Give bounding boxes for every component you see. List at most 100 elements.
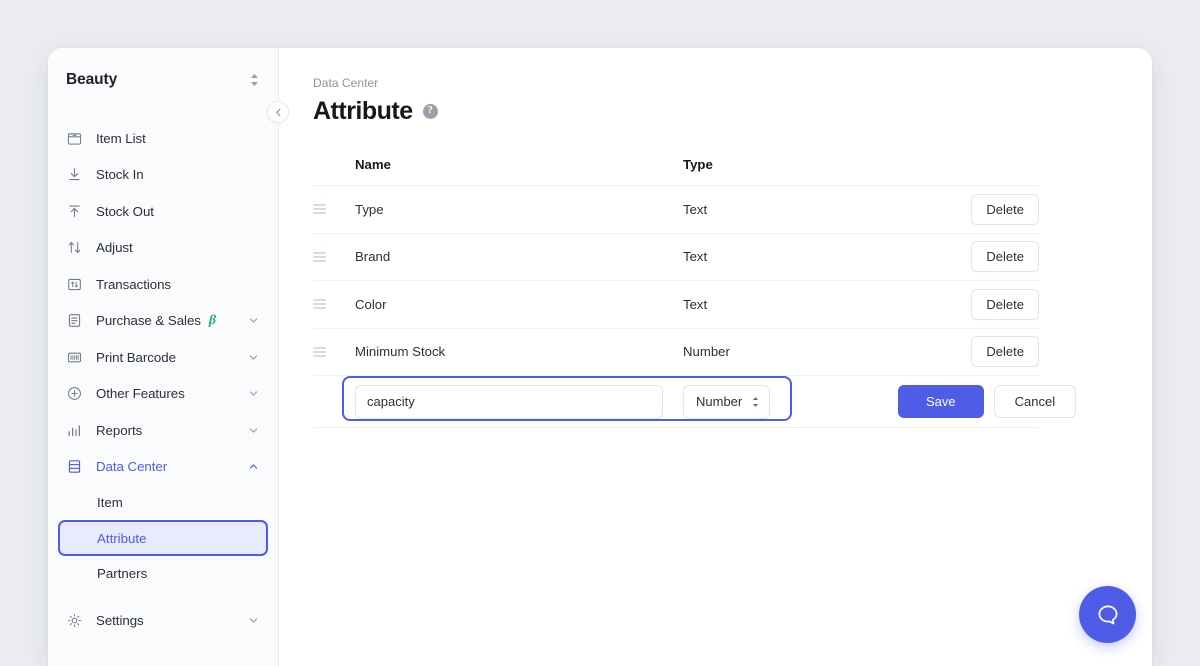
edit-row-name-cell — [355, 385, 683, 419]
attribute-table: Name Type Type Text Delete Br — [313, 152, 1039, 428]
delete-button[interactable]: Delete — [971, 194, 1039, 225]
workspace-name: Beauty — [66, 71, 246, 89]
document-icon — [66, 312, 83, 329]
sidebar-subitem-label: Attribute — [97, 531, 147, 546]
sidebar-item-label: Stock In — [96, 167, 144, 182]
app-window: Beauty — [48, 48, 1152, 666]
box-icon — [66, 130, 83, 147]
sort-updown-icon — [751, 396, 760, 408]
sidebar-item-purchase-and-sales[interactable]: Purchase & Sales β — [58, 303, 268, 340]
drag-handle-icon[interactable] — [313, 204, 326, 214]
attribute-type-select[interactable]: Number — [683, 385, 770, 419]
chevron-down-icon[interactable] — [248, 315, 259, 326]
row-drag-handle-cell — [313, 299, 355, 309]
table-row: Minimum Stock Number Delete — [313, 329, 1039, 377]
workspace-header[interactable]: Beauty — [48, 52, 278, 108]
attribute-name-input[interactable] — [355, 385, 663, 419]
sidebar-item-label: Adjust — [96, 240, 133, 255]
table-header-row: Name Type — [313, 152, 1039, 186]
sidebar-item-reports[interactable]: Reports — [58, 412, 268, 449]
sidebar-collapse-button[interactable] — [267, 101, 289, 123]
sidebar-item-stock-out[interactable]: Stock Out — [58, 193, 268, 230]
delete-button[interactable]: Delete — [971, 241, 1039, 272]
row-type: Text — [683, 249, 898, 264]
chevron-down-icon[interactable] — [248, 352, 259, 363]
sidebar-item-item-list[interactable]: Item List — [58, 120, 268, 157]
sidebar-item-stock-in[interactable]: Stock In — [58, 157, 268, 194]
database-icon — [66, 458, 83, 475]
sidebar-item-label: Other Features — [96, 386, 185, 401]
row-name: Color — [355, 297, 683, 312]
row-actions: Delete — [898, 241, 1039, 272]
sidebar-item-label: Transactions — [96, 277, 171, 292]
attribute-edit-row: Number Save Cancel — [313, 376, 1039, 428]
breadcrumb[interactable]: Data Center — [313, 76, 1116, 90]
sidebar-item-label: Reports — [96, 423, 142, 438]
row-type: Text — [683, 202, 898, 217]
save-button[interactable]: Save — [898, 385, 984, 418]
plus-circle-icon — [66, 385, 83, 402]
sort-updown-icon[interactable] — [246, 72, 262, 88]
drag-handle-icon[interactable] — [313, 252, 326, 262]
row-name: Minimum Stock — [355, 344, 683, 359]
sidebar-item-adjust[interactable]: Adjust — [58, 230, 268, 267]
table-row: Type Text Delete — [313, 186, 1039, 234]
row-actions: Delete — [898, 194, 1039, 225]
table-row: Brand Text Delete — [313, 234, 1039, 282]
sidebar-item-data-center[interactable]: Data Center — [58, 449, 268, 486]
row-actions: Delete — [898, 289, 1039, 320]
chevron-down-icon[interactable] — [248, 388, 259, 399]
sidebar-item-other-features[interactable]: Other Features — [58, 376, 268, 413]
gear-icon — [66, 612, 83, 629]
delete-button[interactable]: Delete — [971, 336, 1039, 367]
table-header-type: Type — [683, 157, 898, 172]
chat-support-button[interactable] — [1079, 586, 1136, 643]
sidebar-item-transactions[interactable]: Transactions — [58, 266, 268, 303]
sidebar-item-label: Settings — [96, 613, 144, 628]
chevron-up-icon[interactable] — [248, 461, 259, 472]
sidebar-item-print-barcode[interactable]: Print Barcode — [58, 339, 268, 376]
page-title-row: Attribute ? — [313, 97, 1116, 126]
sidebar-item-label: Purchase & Sales — [96, 313, 201, 328]
row-type: Number — [683, 344, 898, 359]
chat-bubble-icon — [1095, 602, 1121, 628]
row-actions: Delete — [898, 336, 1039, 367]
bar-chart-icon — [66, 422, 83, 439]
sidebar-subitem-label: Partners — [97, 566, 147, 581]
sidebar-subitem-attribute[interactable]: Attribute — [58, 520, 268, 556]
beta-badge: β — [209, 313, 216, 329]
nav-spacer — [58, 591, 268, 602]
edit-row-actions: Save Cancel — [898, 385, 1076, 418]
delete-button[interactable]: Delete — [971, 289, 1039, 320]
sidebar-subitem-item[interactable]: Item — [58, 486, 268, 519]
barcode-icon — [66, 349, 83, 366]
row-type: Text — [683, 297, 898, 312]
sidebar-nav: Item List Stock In — [48, 120, 278, 639]
attribute-type-value: Number — [696, 394, 742, 409]
row-drag-handle-cell — [313, 347, 355, 357]
edit-row-type-cell: Number — [683, 385, 898, 419]
sidebar-subitem-partners[interactable]: Partners — [58, 557, 268, 590]
sidebar-item-settings[interactable]: Settings — [58, 602, 268, 639]
table-header-name: Name — [355, 157, 683, 172]
sidebar-item-label: Stock Out — [96, 204, 154, 219]
chevron-down-icon[interactable] — [248, 425, 259, 436]
chevron-down-icon[interactable] — [248, 615, 259, 626]
row-name: Brand — [355, 249, 683, 264]
drag-handle-icon[interactable] — [313, 347, 326, 357]
page-title: Attribute — [313, 97, 413, 126]
transactions-icon — [66, 276, 83, 293]
main-content: Data Center Attribute ? Name Type Type T… — [279, 48, 1152, 666]
cancel-button[interactable]: Cancel — [994, 385, 1076, 418]
sidebar-item-label: Print Barcode — [96, 350, 176, 365]
sidebar-subitem-label: Item — [97, 495, 123, 510]
sidebar-item-label: Data Center — [96, 459, 167, 474]
row-name: Type — [355, 202, 683, 217]
arrow-up-icon — [66, 203, 83, 220]
chevron-left-icon — [274, 108, 283, 117]
question-mark-icon[interactable]: ? — [423, 104, 438, 119]
row-drag-handle-cell — [313, 204, 355, 214]
sidebar-item-label: Item List — [96, 131, 146, 146]
arrow-down-icon — [66, 166, 83, 183]
drag-handle-icon[interactable] — [313, 299, 326, 309]
